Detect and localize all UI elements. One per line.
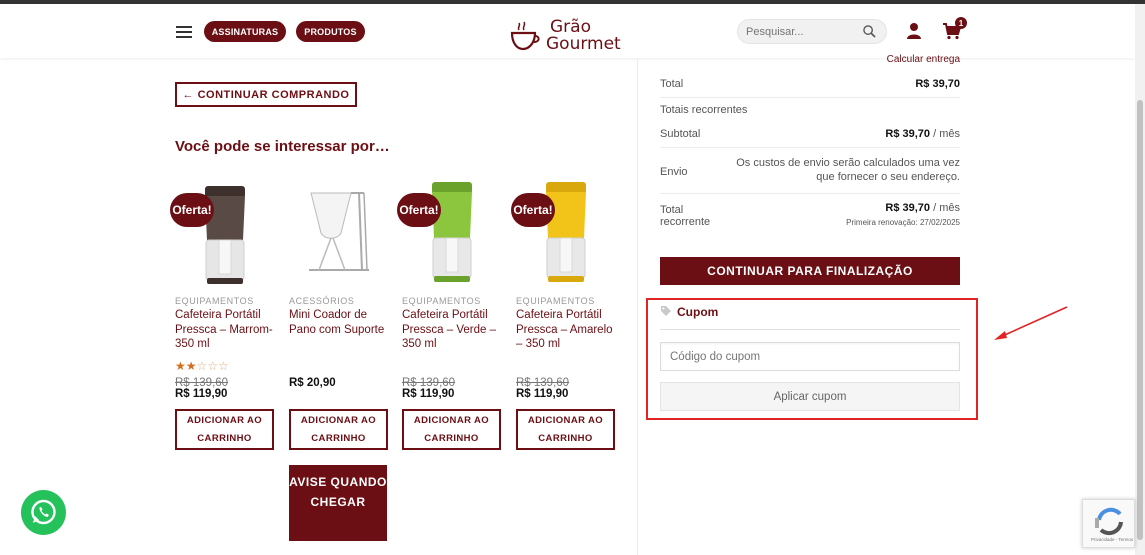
shipping-info: Os custos de envio serão calculados uma … bbox=[736, 157, 960, 183]
add-to-cart-button[interactable]: ADICIONAR AO CARRINHO bbox=[402, 409, 501, 450]
scrollbar-thumb[interactable] bbox=[1137, 100, 1143, 540]
add-to-cart-button[interactable]: ADICIONAR AO CARRINHO bbox=[516, 409, 615, 450]
add-to-cart-button[interactable]: ADICIONAR AO CARRINHO bbox=[289, 409, 388, 450]
whatsapp-icon bbox=[31, 499, 56, 525]
product-category: ACESSÓRIOS bbox=[289, 296, 355, 306]
recurring-total-label: Total recorrente bbox=[660, 204, 711, 228]
rating-stars: ★★☆☆☆ bbox=[175, 359, 229, 373]
recurring-total-amount: R$ 39,70 bbox=[885, 202, 931, 214]
product-name[interactable]: Cafeteira Portátil Pressca – Verde – 350… bbox=[402, 308, 502, 352]
proceed-to-checkout-button[interactable]: CONTINUAR PARA FINALIZAÇÃO bbox=[660, 257, 960, 285]
product-name[interactable]: Cafeteira Portátil Pressca – Marrom-350 … bbox=[175, 308, 275, 352]
recaptcha-badge[interactable]: Privacidade - Termos bbox=[1082, 499, 1135, 548]
search-box[interactable] bbox=[737, 19, 887, 44]
menu-icon[interactable] bbox=[176, 26, 192, 38]
recurring-totals-heading-row: Totais recorrentes bbox=[660, 102, 960, 120]
price: R$ 119,90 bbox=[516, 388, 569, 400]
sale-badge: Oferta! bbox=[511, 193, 555, 227]
shipping-label: Envio bbox=[660, 166, 688, 178]
search-icon[interactable] bbox=[863, 25, 876, 38]
nav-pill-assinaturas[interactable]: ASSINATURAS bbox=[204, 21, 286, 42]
product-category: EQUIPAMENTOS bbox=[402, 296, 481, 306]
subtotal-amount: R$ 39,70 bbox=[885, 128, 931, 140]
sale-badge: Oferta! bbox=[397, 193, 441, 227]
column-divider bbox=[637, 58, 638, 555]
calculate-shipping-link[interactable]: Calcular entrega bbox=[887, 54, 960, 65]
user-icon[interactable] bbox=[906, 22, 922, 40]
tag-icon bbox=[661, 306, 671, 316]
coupon-code-input[interactable] bbox=[660, 342, 960, 371]
whatsapp-chat-button[interactable] bbox=[21, 490, 66, 535]
cart-count-badge: 1 bbox=[955, 17, 967, 29]
recurring-total-row: Total recorrente R$ 39,70 / mês Primeira… bbox=[660, 202, 960, 238]
recurring-totals-heading: Totais recorrentes bbox=[660, 104, 748, 116]
notify-when-available-button[interactable]: AVISE QUANDO CHEGAR bbox=[289, 465, 387, 541]
apply-coupon-button[interactable]: Aplicar cupom bbox=[660, 382, 960, 411]
first-renewal-date: Primeira renovação: 27/02/2025 bbox=[846, 218, 960, 227]
per-month-suffix: / mês bbox=[930, 202, 960, 214]
coupon-title: Cupom bbox=[677, 305, 719, 319]
total-row: Total R$ 39,70 bbox=[660, 76, 960, 98]
subtotal-row: Subtotal R$ 39,70 / mês bbox=[660, 126, 960, 148]
coupon-divider bbox=[660, 329, 960, 330]
price: R$ 119,90 bbox=[175, 388, 228, 400]
product-category: EQUIPAMENTOS bbox=[175, 296, 254, 306]
per-month-suffix: / mês bbox=[930, 128, 960, 140]
subtotal-label: Subtotal bbox=[660, 128, 701, 140]
coffee-cup-icon bbox=[510, 21, 540, 51]
nav-pill-produtos[interactable]: PRODUTOS bbox=[296, 21, 365, 42]
total-value: R$ 39,70 bbox=[915, 78, 960, 90]
site-logo[interactable]: Grão Gourmet bbox=[510, 15, 625, 54]
recurring-total-value: R$ 39,70 / mês bbox=[885, 202, 960, 214]
total-label: Total bbox=[660, 78, 684, 90]
price: R$ 20,90 bbox=[289, 377, 336, 389]
product-name[interactable]: Cafeteira Portátil Pressca – Amarelo – 3… bbox=[516, 308, 616, 352]
sale-badge: Oferta! bbox=[170, 193, 214, 227]
search-input[interactable] bbox=[746, 23, 856, 41]
continue-shopping-button[interactable]: ← CONTINUAR COMPRANDO bbox=[175, 82, 357, 107]
annotation-arrow-icon bbox=[994, 306, 1068, 340]
add-to-cart-button[interactable]: ADICIONAR AO CARRINHO bbox=[175, 409, 274, 450]
price: R$ 119,90 bbox=[402, 388, 455, 400]
subtotal-value: R$ 39,70 / mês bbox=[885, 128, 960, 140]
related-products-title: Você pode se interessar por… bbox=[175, 138, 390, 155]
recaptcha-privacy-text[interactable]: Privacidade - Termos bbox=[1091, 537, 1133, 542]
shipping-row: Envio Os custos de envio serão calculado… bbox=[660, 156, 960, 194]
product-image[interactable] bbox=[289, 178, 389, 288]
product-name[interactable]: Mini Coador de Pano com Suporte bbox=[289, 308, 389, 337]
product-category: EQUIPAMENTOS bbox=[516, 296, 595, 306]
site-header: ASSINATURAS PRODUTOS Grão Gourmet 1 bbox=[0, 4, 1135, 58]
logo-line-2: Gourmet bbox=[546, 34, 621, 54]
